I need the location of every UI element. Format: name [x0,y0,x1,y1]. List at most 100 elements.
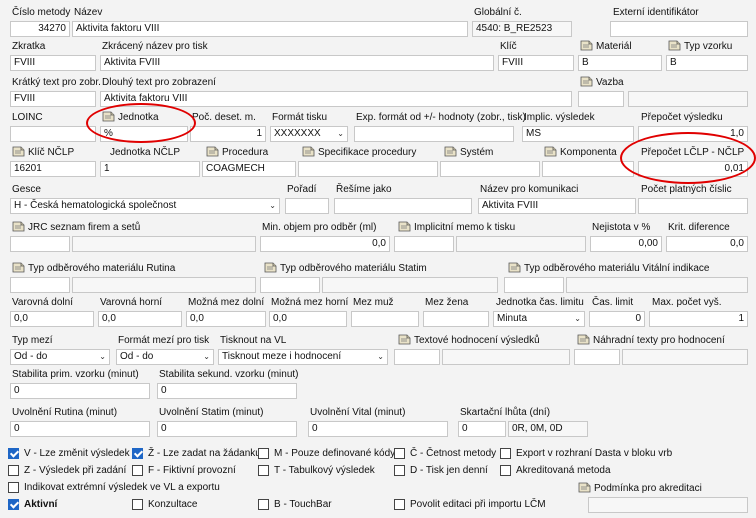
checkbox-lze-zmenit-vysledek[interactable]: V - Lze změnit výsledek [8,448,130,460]
jednotka-cas-limitu-select[interactable]: Minuta ⌄ [493,311,585,327]
komponenta-field[interactable] [542,161,634,177]
uvolneni-rutina-field[interactable]: 0 [10,421,150,437]
jednotka-nclp-field[interactable]: 1 [100,161,200,177]
uvolneni-statim-field[interactable]: 0 [157,421,297,437]
checkbox-vysledek-pri-zadani[interactable]: Z - Výsledek při zadání [8,465,126,477]
checkbox-box[interactable] [132,465,143,476]
checkbox-box[interactable] [394,465,405,476]
checkbox-box[interactable] [394,448,405,459]
checkbox-box[interactable] [132,499,143,510]
jrc-desc-field[interactable] [72,236,256,252]
skartacni-lhuta-field[interactable]: 0 [458,421,506,437]
checkbox-pouze-definovane-kody[interactable]: M - Pouze definované kódy [258,448,395,460]
mez-zena-field[interactable] [423,311,489,327]
mozna-mez-dolni-field[interactable]: 0,0 [186,311,266,327]
externi-id-field[interactable] [610,21,748,37]
typ-mat-statim-label: Typ odběrového materiálu Statim [264,262,427,275]
checkbox-lze-zadat-na-zadanku[interactable]: Ž - Lze zadat na žádanku [132,448,261,460]
checkbox-akreditovana-metoda[interactable]: Akreditovaná metoda [500,465,611,477]
pocet-cislic-field[interactable] [638,198,748,214]
rutina-desc-field[interactable] [72,277,256,293]
mozna-mez-horni-field[interactable]: 0,0 [269,311,347,327]
statim-code-field[interactable] [260,277,320,293]
loinc-field[interactable] [10,126,96,142]
textove-hodnoceni-code-field[interactable] [394,349,440,365]
checkbox-tabulkovy-vysledek[interactable]: T - Tabulkový výsledek [258,465,375,477]
max-pocet-field[interactable]: 1 [649,311,748,327]
jednotka-field[interactable]: % [100,126,188,142]
format-mezi-select[interactable]: Od - do ⌄ [116,349,214,365]
nazev-komunikace-field[interactable]: Aktivita FVIII [478,198,636,214]
format-tisku-select[interactable]: XXXXXXX ⌄ [270,126,348,142]
tisknout-na-vl-select[interactable]: Tisknout meze i hodnocení ⌄ [218,349,388,365]
globalni-cislo-field[interactable]: 4540: B_RE2523 [472,21,572,37]
resime-jako-field[interactable] [334,198,472,214]
implic-vysledek-field[interactable]: MS [522,126,634,142]
checkbox-box[interactable] [258,465,269,476]
checkbox-konzultace[interactable]: Konzultace [132,499,197,511]
zkratka-field[interactable]: FVIII [10,55,96,71]
material-field[interactable]: B [578,55,662,71]
checkbox-touchbar[interactable]: B - TouchBar [258,499,332,511]
checkbox-box[interactable] [500,448,511,459]
vazba-field[interactable] [578,91,624,107]
podminka-akreditace-field[interactable] [588,497,748,513]
stabilita-prim-field[interactable]: 0 [10,383,150,399]
system-field[interactable] [440,161,540,177]
min-objem-field[interactable]: 0,0 [260,236,390,252]
checkbox-indikovat-extremni[interactable]: Indikovat extrémní výsledek ve VL a expo… [8,482,220,494]
nahradni-texty-desc-field[interactable] [622,349,748,365]
uvolneni-vital-field[interactable]: 0 [308,421,448,437]
jrc-code-field[interactable] [10,236,70,252]
typ-mezi-select[interactable]: Od - do ⌄ [10,349,110,365]
varovna-dolni-field[interactable]: 0,0 [10,311,94,327]
checkbox-box[interactable] [8,465,19,476]
prepocet-lclp-nclp-field[interactable]: 0,01 [638,161,748,177]
vital-code-field[interactable] [504,277,564,293]
specifikace-procedury-field[interactable] [298,161,438,177]
klic-field[interactable]: FVIII [498,55,574,71]
checkbox-aktivni[interactable]: Aktivní [8,499,57,511]
mez-muz-field[interactable] [351,311,419,327]
checkbox-tisk-jen-denni[interactable]: D - Tisk jen denní [394,465,488,477]
checkbox-box[interactable] [500,465,511,476]
zkraceny-nazev-field[interactable]: Aktivita FVIII [100,55,494,71]
krit-diference-field[interactable]: 0,0 [666,236,748,252]
poradi-field[interactable] [285,198,329,214]
checkbox-box[interactable] [132,448,143,459]
varovna-horni-field[interactable]: 0,0 [98,311,182,327]
nejistota-field[interactable]: 0,00 [590,236,662,252]
statim-desc-field[interactable] [322,277,498,293]
typ-vzorku-field[interactable]: B [666,55,748,71]
vital-desc-field[interactable] [566,277,748,293]
dlouhy-text-field[interactable]: Aktivita faktoru VIII [100,91,572,107]
exp-format-field[interactable] [354,126,514,142]
memo-code-field[interactable] [394,236,454,252]
cislo-metody-field[interactable]: 34270 [10,21,70,37]
checkbox-cetnost-metody[interactable]: Č - Četnost metody [394,448,496,460]
cas-limit-field[interactable]: 0 [589,311,645,327]
kratky-text-field[interactable]: FVIII [10,91,96,107]
prepocet-vysledku-field[interactable]: 1,0 [638,126,748,142]
stabilita-sekund-field[interactable]: 0 [157,383,297,399]
checkbox-box[interactable] [8,448,19,459]
pocet-desetinnych-field[interactable]: 1 [190,126,266,142]
klic-nclp-field[interactable]: 16201 [10,161,96,177]
gesce-select[interactable]: H - Česká hematologická společnost ⌄ [10,198,280,214]
nahradni-texty-code-field[interactable] [574,349,620,365]
checkbox-box[interactable] [394,499,405,510]
checkbox-box[interactable] [258,448,269,459]
vazba-desc-field[interactable] [628,91,748,107]
checkbox-box[interactable] [258,499,269,510]
textove-hodnoceni-desc-field[interactable] [442,349,570,365]
checkbox-export-dasta[interactable]: Export v rozhraní Dasta v bloku vrb [500,448,672,460]
checkbox-box[interactable] [8,482,19,493]
checkbox-povolit-editaci[interactable]: Povolit editaci při importu LČM [394,499,546,511]
checkbox-box[interactable] [8,499,19,510]
procedura-field[interactable]: COAGMECH [202,161,296,177]
rutina-code-field[interactable] [10,277,70,293]
checkbox-fiktivni-provozni[interactable]: F - Fiktivní provozní [132,465,236,477]
chevron-down-icon: ⌄ [203,352,210,361]
nazev-field[interactable]: Aktivita faktoru VIII [72,21,468,37]
memo-desc-field[interactable] [456,236,586,252]
